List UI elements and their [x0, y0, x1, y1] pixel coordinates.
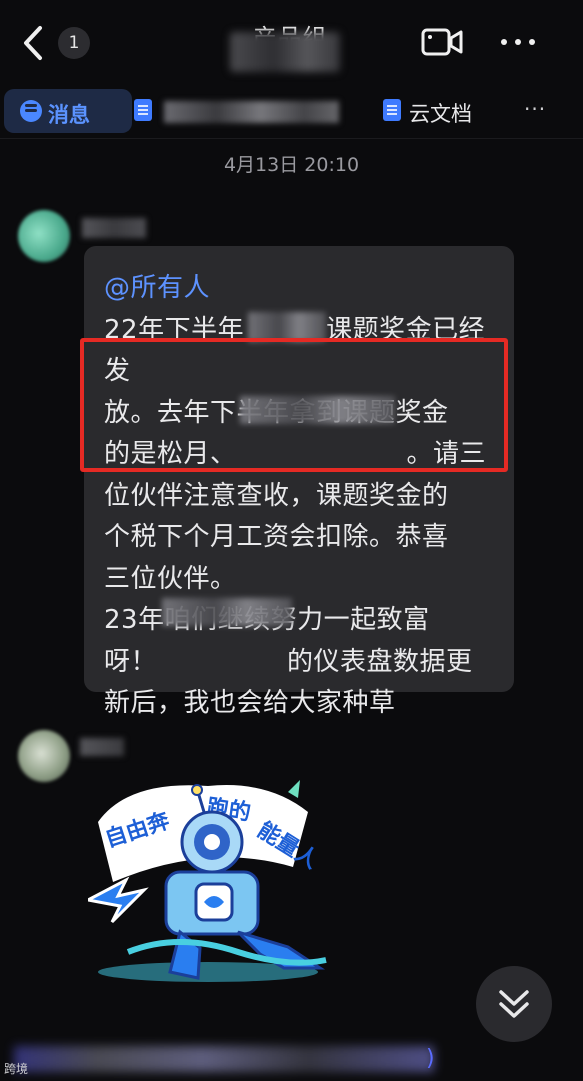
watermark: 跨境	[4, 1062, 29, 1076]
double-chevron-down-icon	[499, 990, 529, 1018]
back-button[interactable]	[14, 20, 54, 66]
highlight-box	[80, 338, 508, 472]
message-line: 位伙伴注意查收，课题奖金的	[104, 480, 449, 511]
video-camera-icon	[421, 28, 463, 56]
message-line: 个税下个月工资会扣除。恭喜	[104, 522, 449, 552]
redacted-sender-name	[80, 738, 124, 756]
chat-header: 1 产品组	[0, 0, 583, 86]
more-dots-icon	[501, 39, 535, 45]
chat-tab-bar: 消息 云文档 ···	[0, 88, 583, 138]
video-call-button[interactable]	[420, 26, 464, 58]
more-options-button[interactable]	[496, 26, 540, 58]
message-line: 新后，我也会给大家种草	[104, 688, 396, 718]
chat-title[interactable]: 产品组	[190, 14, 390, 74]
next-message-paren: )	[426, 1046, 435, 1071]
message-timestamp: 4月13日 20:10	[223, 154, 360, 176]
header-divider	[0, 138, 583, 139]
scroll-to-bottom-button[interactable]	[476, 966, 552, 1042]
tab-cloud-docs-label: 云文档	[409, 102, 472, 126]
redacted-title-part	[230, 32, 340, 72]
tab-messages-label: 消息	[48, 103, 90, 127]
next-message-preview: ) 跨境	[0, 1040, 583, 1081]
mention-all[interactable]: @所有人	[104, 268, 496, 310]
tab-document-1[interactable]	[134, 99, 344, 129]
redacted-text	[14, 1046, 434, 1072]
sticker-running-robot[interactable]: 自由奔 跑的 能量人	[83, 772, 328, 987]
avatar[interactable]	[18, 210, 70, 262]
tab-cloud-docs[interactable]: 云文档	[383, 99, 493, 129]
chevron-left-icon	[24, 26, 42, 60]
tab-more-button[interactable]: ···	[524, 97, 548, 127]
redacted-doc-title	[164, 101, 339, 123]
unread-count-badge[interactable]: 1	[58, 27, 90, 59]
message-line: 呀！ 的仪表盘数据更	[104, 646, 473, 677]
avatar[interactable]	[18, 730, 70, 782]
redacted-text	[162, 598, 292, 626]
document-icon	[383, 99, 401, 121]
robot-sticker-icon: 自由奔 跑的 能量人	[83, 780, 327, 982]
chat-bubble-icon	[20, 100, 42, 122]
document-icon	[134, 99, 152, 121]
tab-messages[interactable]: 消息	[4, 89, 132, 133]
message-line: 三位伙伴。	[104, 563, 237, 594]
redacted-sender-name	[82, 218, 146, 238]
